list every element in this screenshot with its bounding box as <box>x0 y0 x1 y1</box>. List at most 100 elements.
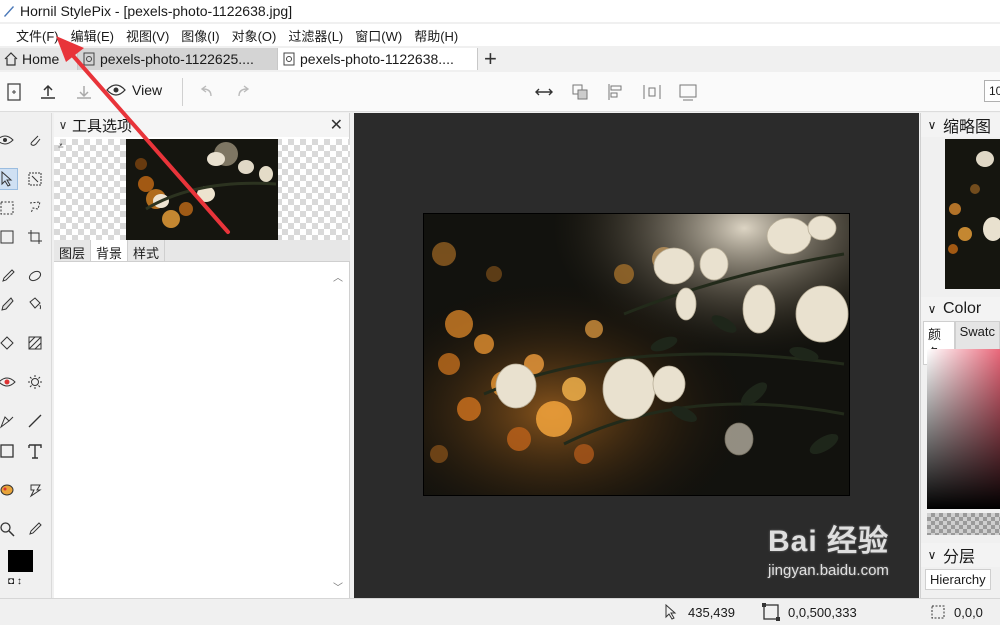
redo-button[interactable] <box>232 80 256 104</box>
new-file-button[interactable] <box>2 80 26 104</box>
tab-background[interactable]: 背景 <box>91 240 129 261</box>
chevron-down-icon[interactable]: ∨ <box>921 302 943 316</box>
text-tool[interactable] <box>24 440 46 462</box>
alpha-slider[interactable] <box>927 513 1000 535</box>
color-picker-field[interactable] <box>927 349 1000 509</box>
tab-style[interactable]: 样式 <box>128 240 166 261</box>
rectangle-tool[interactable] <box>0 440 18 462</box>
shape-fill-tool[interactable] <box>0 332 18 354</box>
pointer-tool[interactable] <box>0 168 18 190</box>
home-icon <box>4 52 18 66</box>
clone-tool[interactable] <box>0 293 18 315</box>
canvas-size-icon <box>679 84 697 101</box>
flip-horizontal-button[interactable] <box>532 80 556 104</box>
menu-edit[interactable]: 编辑(E) <box>71 26 114 45</box>
color-title: Color <box>943 300 982 317</box>
rectangle-icon <box>0 444 14 458</box>
window-title: Hornil StylePix - [pexels-photo-1122638.… <box>20 3 293 19</box>
menu-help[interactable]: 帮助(H) <box>414 26 458 45</box>
export-button[interactable] <box>36 80 60 104</box>
view-button[interactable]: View <box>106 82 162 98</box>
distribute-icon <box>643 85 661 99</box>
image-file-icon <box>283 52 295 66</box>
eyedropper-tool[interactable] <box>24 518 46 540</box>
crop-tool[interactable] <box>24 226 46 248</box>
zoom-tool[interactable] <box>0 518 18 540</box>
rect-select-tool[interactable] <box>0 197 18 219</box>
pattern-tool[interactable] <box>24 332 46 354</box>
import-button[interactable] <box>72 80 96 104</box>
thumbnail-photo <box>945 139 1000 289</box>
menu-object[interactable]: 对象(O) <box>232 26 277 45</box>
canvas-size-button[interactable] <box>676 80 700 104</box>
tool-options-panel: ∨ 工具选项 ✕ ⩡ 图层 背景 样式 ︿ ﹀ <box>54 113 350 598</box>
menu-file[interactable]: 文件(F) <box>16 26 59 45</box>
crop-icon <box>28 230 42 244</box>
menu-window[interactable]: 窗口(W) <box>355 26 402 45</box>
cursor-coordinates: 435,439 <box>688 604 735 620</box>
arrange-button[interactable] <box>568 80 592 104</box>
lasso-tool[interactable] <box>24 197 46 219</box>
selection-bounds: 0,0,500,333 <box>788 604 857 620</box>
tab-hierarchy[interactable]: Hierarchy <box>925 569 991 590</box>
view-tool[interactable] <box>0 129 16 151</box>
line-tool[interactable] <box>24 410 46 432</box>
attach-tool[interactable] <box>24 129 46 151</box>
tab-document[interactable]: pexels-photo-1122625.... <box>78 48 278 70</box>
menu-filter[interactable]: 过滤器(L) <box>288 26 343 45</box>
brightness-tool[interactable] <box>24 371 46 393</box>
tab-label: pexels-photo-1122638.... <box>300 51 454 67</box>
layer-preview: ⩡ <box>54 139 350 240</box>
chevron-down-icon[interactable]: ∨ <box>921 548 943 562</box>
tab-layer[interactable]: 图层 <box>54 240 92 261</box>
scroll-up-icon[interactable]: ︿ <box>333 269 343 284</box>
eraser-tool[interactable] <box>24 265 46 287</box>
upload-icon <box>41 84 55 99</box>
collapse-icon[interactable]: ⩡ <box>58 141 64 152</box>
sticker-tool[interactable] <box>0 479 18 501</box>
chevron-down-icon[interactable]: ∨ <box>921 118 943 132</box>
zoom-input[interactable]: 10 <box>984 80 1000 102</box>
distribute-button[interactable] <box>640 80 664 104</box>
tab-home[interactable]: Home <box>0 48 78 70</box>
paint-bucket-icon <box>29 297 41 310</box>
download-icon <box>77 86 91 99</box>
menu-image[interactable]: 图像(I) <box>181 26 219 45</box>
layer-subtabs: 图层 背景 样式 <box>54 240 350 262</box>
chevron-down-icon[interactable]: ∨ <box>54 118 72 132</box>
add-tab-icon[interactable]: + <box>484 48 497 70</box>
fill-tool[interactable] <box>24 293 46 315</box>
diamond-icon <box>0 336 14 350</box>
title-bar: Hornil StylePix - [pexels-photo-1122638.… <box>0 0 1000 22</box>
undo-button[interactable] <box>194 80 218 104</box>
pen-tool[interactable] <box>0 410 18 432</box>
smudge-tool[interactable] <box>24 479 46 501</box>
swap-colors-icon[interactable]: ◘ ↕ <box>8 576 22 587</box>
scroll-down-icon[interactable]: ﹀ <box>333 579 343 594</box>
thumbnail-title: 缩略图 <box>943 119 992 136</box>
eraser-icon <box>28 270 42 282</box>
layers-header: ∨ 分层 <box>921 543 1000 567</box>
close-icon[interactable]: ✕ <box>330 115 343 135</box>
menu-view[interactable]: 视图(V) <box>126 26 169 45</box>
color-header: ∨ Color <box>921 297 1000 321</box>
brush-icon <box>2 269 15 282</box>
preview-photo <box>126 139 278 240</box>
align-left-icon <box>608 84 622 100</box>
transform-tool[interactable] <box>24 168 46 190</box>
red-eye-icon <box>0 377 16 387</box>
photo-canvas[interactable] <box>423 213 850 496</box>
magnifier-icon <box>0 522 15 537</box>
align-button[interactable] <box>604 80 628 104</box>
brush-tool[interactable] <box>0 265 18 287</box>
red-eye-tool[interactable] <box>0 371 18 393</box>
navigator-thumbnail[interactable] <box>945 139 1000 289</box>
smudge-icon <box>29 484 42 498</box>
foreground-color-swatch[interactable] <box>8 550 33 572</box>
app-icon <box>4 6 14 17</box>
arrange-icon <box>572 84 588 100</box>
tab-document-active[interactable]: pexels-photo-1122638.... <box>278 48 478 70</box>
pattern-icon <box>28 336 42 350</box>
redo-icon <box>238 85 250 97</box>
crop-select-tool[interactable] <box>0 226 18 248</box>
